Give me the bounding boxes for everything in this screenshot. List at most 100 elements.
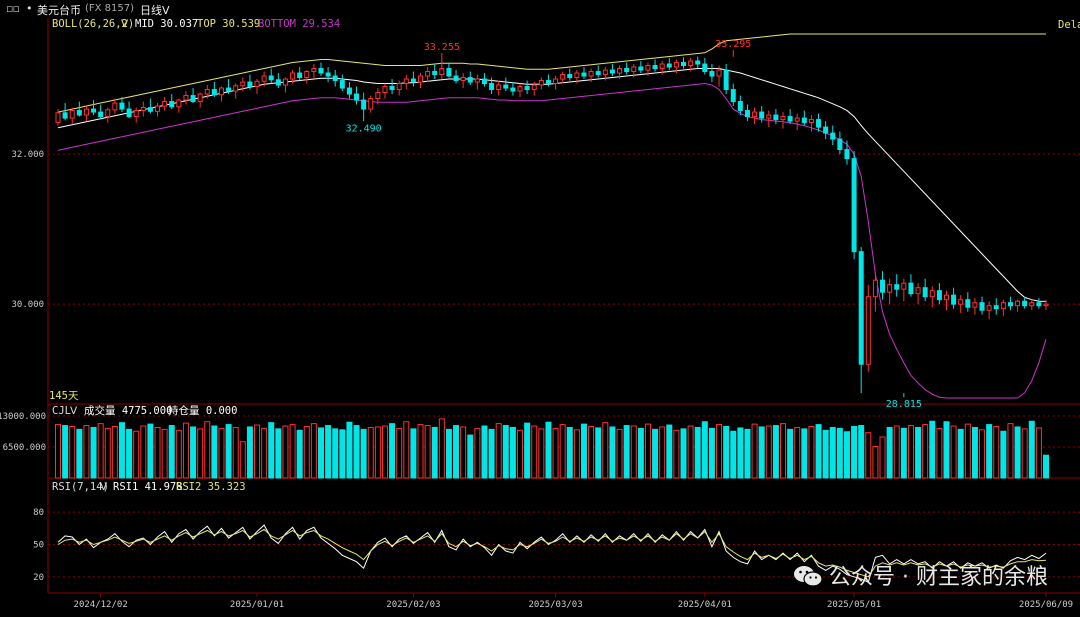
watermark: 公众号 · 财主家的余粮	[793, 559, 1048, 591]
rsi-legend-rsi2: RSI2 35.323	[176, 481, 246, 493]
candle	[368, 95, 374, 113]
candlesticks	[55, 56, 1049, 394]
boll-mid-line	[57, 68, 1047, 302]
candle-body	[155, 105, 161, 112]
volume-bar	[701, 421, 708, 479]
candle-body	[481, 78, 487, 85]
x-tick-label: 2025/05/01	[827, 600, 881, 610]
price-labels: 33.255 32.490 33.295 28.815	[346, 39, 922, 410]
chevron-down-icon[interactable]: ᐯ	[70, 405, 78, 417]
volume-bar	[580, 423, 587, 479]
candle-body	[524, 86, 530, 91]
chart-svg[interactable]: BOLL(26,26,2) ᐯ MID 30.037 TOP 30.539 BO…	[0, 18, 1080, 613]
chevron-down-icon[interactable]: ᐯ	[100, 481, 108, 493]
volume-bar	[218, 427, 225, 479]
candle-body	[915, 287, 921, 295]
candle-body	[851, 158, 857, 253]
candle	[339, 74, 345, 92]
volume-bar	[460, 426, 467, 479]
chevron-down-icon: ᐯ	[162, 4, 170, 17]
candle-body	[773, 114, 779, 121]
candle	[91, 100, 97, 116]
candle-body	[446, 68, 452, 77]
candle-body	[624, 68, 630, 73]
period-selector[interactable]: 日线ᐯ	[140, 2, 170, 18]
volume-bar	[872, 446, 879, 479]
candle-body	[439, 68, 445, 76]
volume-bar	[723, 425, 730, 479]
chevron-down-icon[interactable]: ᐯ	[121, 18, 129, 30]
candle	[972, 298, 978, 315]
volume-bar	[126, 428, 133, 479]
candle-body	[581, 72, 587, 77]
volume-bar	[524, 422, 531, 479]
candle-body	[133, 110, 139, 118]
candle	[155, 103, 161, 117]
candle-body	[695, 60, 701, 65]
volume-bar	[616, 428, 623, 479]
candle-body	[275, 79, 281, 86]
candle-body	[204, 89, 210, 95]
candle	[766, 110, 772, 128]
candle	[986, 301, 992, 320]
candle-body	[418, 75, 424, 83]
candle-body	[91, 108, 97, 113]
volume-bar	[1021, 428, 1028, 479]
volume-bar	[708, 427, 715, 479]
volume-bar	[140, 425, 147, 479]
candle	[851, 151, 857, 260]
volume-tick-label: 13000.000	[0, 412, 46, 422]
volume-bar	[239, 441, 246, 479]
volume-bar	[730, 430, 737, 479]
candle-body	[929, 290, 935, 298]
candle-body	[304, 71, 310, 79]
candle	[744, 104, 750, 122]
candle	[183, 91, 189, 105]
candle	[282, 77, 288, 93]
candle-body	[489, 83, 495, 91]
x-axis-ticks: 2024/12/02 2025/01/01 2025/02/03 2025/03/03…	[74, 593, 1073, 610]
candle-body	[709, 71, 715, 77]
candle	[638, 61, 644, 74]
candle-body	[823, 126, 829, 134]
volume-bar	[289, 424, 296, 479]
volume-bar	[381, 425, 388, 479]
volume-tick-label: 6500.000	[3, 443, 46, 453]
candle-body	[247, 81, 253, 88]
volume-bar	[303, 425, 310, 479]
candle	[275, 73, 281, 89]
volume-bar	[787, 428, 794, 479]
volume-bar	[55, 424, 61, 479]
candle-body	[531, 84, 537, 91]
candle-body	[844, 149, 850, 160]
x-tick-label: 2025/01/01	[230, 600, 284, 610]
volume-bar	[111, 425, 118, 479]
candle-body	[517, 86, 523, 92]
cjl-legend-volume: 成交量 4775.000	[84, 404, 172, 417]
candle-body	[76, 110, 82, 116]
candle	[418, 73, 424, 89]
volume-bar	[573, 429, 580, 479]
volume-bar	[154, 426, 161, 479]
volume-bar	[417, 424, 424, 479]
chart-frame	[47, 18, 1080, 594]
candle-body	[958, 299, 964, 305]
volume-bar	[893, 425, 900, 479]
candle-body	[176, 99, 182, 108]
watermark-text: 公众号 · 财主家的余粮	[829, 565, 1048, 590]
volume-bar	[474, 427, 481, 479]
window-icon[interactable]: ▫▫	[6, 2, 20, 15]
candle-body	[1022, 300, 1028, 307]
candle	[190, 88, 196, 104]
candle-body	[197, 93, 203, 103]
chart-area[interactable]: BOLL(26,26,2) ᐯ MID 30.037 TOP 30.539 BO…	[0, 18, 1080, 613]
candle	[396, 80, 402, 96]
volume-bar	[261, 427, 268, 479]
volume-bar	[83, 425, 90, 479]
candle-body	[993, 305, 999, 310]
legends: BOLL(26,26,2) ᐯ MID 30.037 TOP 30.539 BO…	[49, 18, 1080, 493]
cjl-legend-label[interactable]: CJL	[52, 405, 71, 417]
volume-bar	[453, 425, 460, 479]
candle-body	[972, 302, 978, 308]
candle-body	[453, 75, 459, 82]
